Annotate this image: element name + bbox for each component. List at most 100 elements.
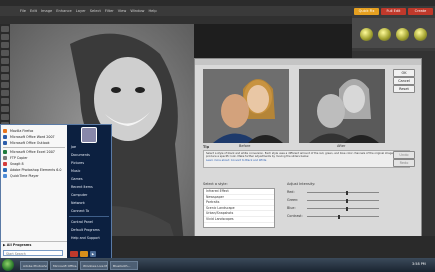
- effect-thumbnail-icon[interactable]: [414, 28, 427, 41]
- menu-image[interactable]: Image: [41, 9, 52, 13]
- style-item-vivid[interactable]: Vivid Landscapes: [204, 217, 274, 223]
- shutdown-options-icon[interactable]: ▶: [90, 251, 96, 257]
- tip-learn-more-link[interactable]: Learn more about: Convert to Black and W…: [204, 159, 409, 162]
- mode-quick-fix-button[interactable]: Quick Fix: [354, 8, 379, 15]
- effects-palette: [352, 18, 435, 48]
- green-slider-thumb[interactable]: [345, 198, 348, 203]
- power-icon[interactable]: [70, 251, 78, 257]
- mode-full-edit-button[interactable]: Full Edit: [381, 8, 406, 15]
- green-slider[interactable]: [307, 198, 379, 203]
- menu-select[interactable]: Select: [90, 9, 101, 13]
- menu-window[interactable]: Window: [130, 9, 144, 13]
- menu-layer[interactable]: Layer: [76, 9, 86, 13]
- start-place-documents[interactable]: Documents: [67, 151, 111, 159]
- magic-wand-tool-icon[interactable]: [1, 74, 9, 80]
- taskbar-item[interactable]: Bluetooth...: [110, 261, 138, 270]
- quicktime-icon: [3, 173, 7, 178]
- before-label: Before: [239, 144, 251, 148]
- intensity-sliders: Red: Green: Blue: Contrast:: [287, 190, 397, 226]
- blue-slider[interactable]: [307, 206, 379, 211]
- project-bin: [110, 236, 435, 258]
- green-slider-label: Green:: [287, 198, 299, 202]
- menu-file[interactable]: File: [20, 9, 26, 13]
- mode-create-button[interactable]: Create: [408, 8, 433, 15]
- effect-thumbnail-icon[interactable]: [396, 28, 409, 41]
- start-search-input[interactable]: Start Search: [3, 250, 63, 256]
- start-place-computer[interactable]: Computer: [67, 191, 111, 199]
- hand-tool-icon[interactable]: [1, 42, 9, 48]
- red-slider-label: Red:: [287, 190, 295, 194]
- crop-tool-icon[interactable]: [1, 90, 9, 96]
- all-programs-link[interactable]: ▶ All Programs: [3, 243, 31, 247]
- start-menu-programs: Mozilla Firefox Microsoft Office Word 20…: [1, 125, 67, 259]
- red-slider-thumb[interactable]: [345, 190, 348, 195]
- after-label: After: [337, 144, 346, 148]
- start-place-network[interactable]: Network: [67, 199, 111, 207]
- reset-button[interactable]: Reset: [393, 85, 415, 93]
- contrast-slider-label: Contrast:: [287, 214, 303, 218]
- start-place-pictures[interactable]: Pictures: [67, 159, 111, 167]
- menu-help[interactable]: Help: [148, 9, 156, 13]
- word-icon: [3, 135, 7, 139]
- start-item-outlook[interactable]: Microsoft Office Outlook: [1, 140, 67, 146]
- menu-filter[interactable]: Filter: [105, 9, 114, 13]
- start-item-quicktime[interactable]: QuickTime Player: [1, 173, 67, 179]
- separator: [3, 147, 65, 148]
- separator: [1, 241, 67, 242]
- dialog-title-bar: [195, 59, 421, 65]
- excel-icon: [3, 149, 7, 154]
- photoshop-elements-icon: [3, 167, 7, 172]
- taskbar-clock: 3:58 PM: [412, 262, 426, 266]
- menu-view[interactable]: View: [118, 9, 127, 13]
- eraser-tool-icon[interactable]: [1, 106, 9, 112]
- firefox-icon: [3, 129, 7, 133]
- start-button-icon[interactable]: [2, 259, 14, 271]
- start-place-help-support[interactable]: Help and Support: [67, 234, 111, 242]
- brush-tool-icon[interactable]: [1, 98, 9, 104]
- lasso-tool-icon[interactable]: [1, 66, 9, 72]
- start-place-default-programs[interactable]: Default Programs: [67, 226, 111, 234]
- ftp-icon: [3, 155, 7, 160]
- start-place-games[interactable]: Games: [67, 175, 111, 183]
- ok-button[interactable]: OK: [393, 69, 415, 77]
- eyedropper-tool-icon[interactable]: [1, 50, 9, 56]
- start-place-music[interactable]: Music: [67, 167, 111, 175]
- effect-thumbnail-icon[interactable]: [378, 28, 391, 41]
- marquee-tool-icon[interactable]: [1, 58, 9, 64]
- contrast-slider[interactable]: [307, 214, 379, 219]
- style-list: Infrared Effect Newspaper Portraits Scen…: [203, 188, 275, 228]
- cancel-button[interactable]: Cancel: [393, 77, 415, 85]
- menu-edit[interactable]: Edit: [30, 9, 37, 13]
- start-menu-places: Joe Documents Pictures Music Games Recen…: [67, 125, 111, 259]
- menu-enhance[interactable]: Enhance: [56, 9, 72, 13]
- taskbar-item[interactable]: Adobe Photoshop...: [20, 261, 48, 270]
- tip-box: Select a style of black and white conver…: [203, 150, 410, 168]
- effect-thumbnail-icon[interactable]: [360, 28, 373, 41]
- style-heading: Select a style:: [203, 182, 228, 186]
- taskbar-item[interactable]: Windows Live Mes...: [80, 261, 108, 270]
- redo-button[interactable]: Redo: [393, 159, 415, 167]
- move-tool-icon[interactable]: [1, 26, 9, 32]
- intensity-heading: Adjust Intensity:: [287, 182, 316, 186]
- separator: [69, 216, 109, 217]
- start-place-user[interactable]: Joe: [67, 143, 111, 151]
- text-tool-icon[interactable]: [1, 82, 9, 88]
- after-preview: [299, 69, 385, 143]
- lock-icon[interactable]: [80, 251, 88, 257]
- paint-bucket-tool-icon[interactable]: [1, 114, 9, 120]
- start-place-connect-to[interactable]: Connect To: [67, 207, 111, 215]
- blue-slider-thumb[interactable]: [345, 206, 348, 211]
- taskbar-item[interactable]: Microsoft Office...: [50, 261, 78, 270]
- contrast-slider-thumb[interactable]: [338, 214, 341, 219]
- start-place-recent-items[interactable]: Recent Items: [67, 183, 111, 191]
- outlook-icon: [3, 141, 7, 145]
- user-avatar: [81, 127, 97, 143]
- convert-bw-dialog: Before After OK Cancel Reset Tip Select …: [194, 58, 422, 238]
- start-place-control-panel[interactable]: Control Panel: [67, 218, 111, 226]
- undo-button[interactable]: Undo: [393, 151, 415, 159]
- tip-title: Tip: [203, 145, 210, 149]
- red-slider[interactable]: [307, 190, 379, 195]
- zoom-tool-icon[interactable]: [1, 34, 9, 40]
- blue-slider-label: Blue:: [287, 206, 296, 210]
- before-preview: [203, 69, 289, 143]
